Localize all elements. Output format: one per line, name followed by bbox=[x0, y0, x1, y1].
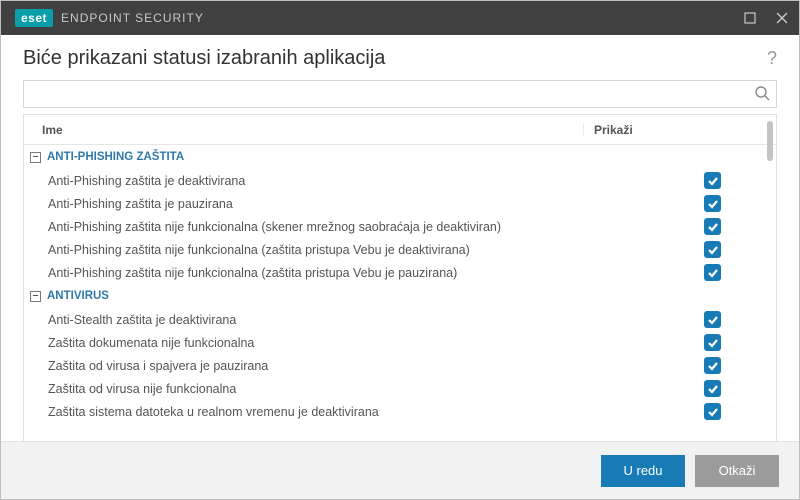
checkbox[interactable] bbox=[704, 195, 721, 212]
table-row[interactable]: Anti-Phishing zaštita nije funkcionalna … bbox=[24, 215, 776, 238]
item-check-cell bbox=[584, 380, 776, 397]
table-body: –ANTI-PHISHING ZAŠTITAAnti-Phishing zašt… bbox=[24, 145, 776, 451]
checkbox[interactable] bbox=[704, 218, 721, 235]
help-icon[interactable]: ? bbox=[767, 48, 777, 69]
table-row[interactable]: Zaštita od virusa i spajvera je pauziran… bbox=[24, 354, 776, 377]
search-icon[interactable] bbox=[754, 85, 770, 106]
header: Biće prikazani statusi izabranih aplikac… bbox=[1, 35, 799, 80]
item-check-cell bbox=[584, 334, 776, 351]
table-row[interactable]: Anti-Phishing zaštita nije funkcionalna … bbox=[24, 238, 776, 261]
cancel-button[interactable]: Otkaži bbox=[695, 455, 779, 487]
item-check-cell bbox=[584, 172, 776, 189]
checkbox[interactable] bbox=[704, 264, 721, 281]
checkbox[interactable] bbox=[704, 172, 721, 189]
group-header[interactable]: –ANTI-PHISHING ZAŠTITA bbox=[24, 145, 776, 169]
table-row[interactable]: Zaštita dokumenata nije funkcionalna bbox=[24, 331, 776, 354]
checkbox[interactable] bbox=[704, 334, 721, 351]
checkbox[interactable] bbox=[704, 311, 721, 328]
item-label: Anti-Phishing zaštita nije funkcionalna … bbox=[24, 266, 584, 280]
collapse-icon[interactable]: – bbox=[30, 291, 41, 302]
table-row[interactable]: Anti-Phishing zaštita je deaktivirana bbox=[24, 169, 776, 192]
brand: eset ENDPOINT SECURITY bbox=[15, 9, 204, 27]
window-controls bbox=[743, 11, 789, 25]
item-check-cell bbox=[584, 264, 776, 281]
table-row[interactable]: Anti-Phishing zaštita nije funkcionalna … bbox=[24, 261, 776, 284]
item-check-cell bbox=[584, 195, 776, 212]
column-name[interactable]: Ime bbox=[24, 123, 584, 137]
item-check-cell bbox=[584, 218, 776, 235]
checkbox[interactable] bbox=[704, 403, 721, 420]
item-label: Anti-Stealth zaštita je deaktivirana bbox=[24, 313, 584, 327]
item-check-cell bbox=[584, 357, 776, 374]
column-show[interactable]: Prikaži bbox=[584, 123, 776, 137]
search-input[interactable] bbox=[24, 81, 776, 107]
group-header[interactable]: –ANTIVIRUS bbox=[24, 284, 776, 308]
checkbox[interactable] bbox=[704, 357, 721, 374]
item-label: Zaštita dokumenata nije funkcionalna bbox=[24, 336, 584, 350]
item-check-cell bbox=[584, 241, 776, 258]
item-label: Zaštita od virusa nije funkcionalna bbox=[24, 382, 584, 396]
checkbox[interactable] bbox=[704, 241, 721, 258]
item-label: Anti-Phishing zaštita nije funkcionalna … bbox=[24, 243, 584, 257]
collapse-icon[interactable]: – bbox=[30, 152, 41, 163]
item-check-cell bbox=[584, 311, 776, 328]
checkbox[interactable] bbox=[704, 380, 721, 397]
brand-product: ENDPOINT SECURITY bbox=[61, 11, 204, 25]
item-label: Anti-Phishing zaštita je pauzirana bbox=[24, 197, 584, 211]
scrollbar-thumb[interactable] bbox=[767, 121, 773, 161]
item-check-cell bbox=[584, 403, 776, 420]
item-label: Anti-Phishing zaštita je deaktivirana bbox=[24, 174, 584, 188]
minimize-icon[interactable] bbox=[743, 11, 757, 25]
group-title: ANTI-PHISHING ZAŠTITA bbox=[47, 151, 184, 163]
table-row[interactable]: Zaštita sistema datoteka u realnom vreme… bbox=[24, 400, 776, 423]
page-title: Biće prikazani statusi izabranih aplikac… bbox=[23, 47, 385, 70]
item-label: Zaštita sistema datoteka u realnom vreme… bbox=[24, 405, 584, 419]
titlebar: eset ENDPOINT SECURITY bbox=[1, 1, 799, 35]
group-title: ANTIVIRUS bbox=[47, 290, 109, 302]
table-row[interactable]: Zaštita od virusa nije funkcionalna bbox=[24, 377, 776, 400]
search-field[interactable] bbox=[23, 80, 777, 108]
brand-badge: eset bbox=[15, 9, 53, 27]
item-label: Zaštita od virusa i spajvera je pauziran… bbox=[24, 359, 584, 373]
table-row[interactable]: Anti-Phishing zaštita je pauzirana bbox=[24, 192, 776, 215]
item-label: Anti-Phishing zaštita nije funkcionalna … bbox=[24, 220, 584, 234]
ok-button[interactable]: U redu bbox=[601, 455, 685, 487]
table-row[interactable]: Anti-Stealth zaštita je deaktivirana bbox=[24, 308, 776, 331]
status-table: Ime Prikaži –ANTI-PHISHING ZAŠTITAAnti-P… bbox=[23, 114, 777, 452]
close-icon[interactable] bbox=[775, 11, 789, 25]
table-header: Ime Prikaži bbox=[24, 115, 776, 145]
footer: U redu Otkaži bbox=[1, 441, 799, 499]
